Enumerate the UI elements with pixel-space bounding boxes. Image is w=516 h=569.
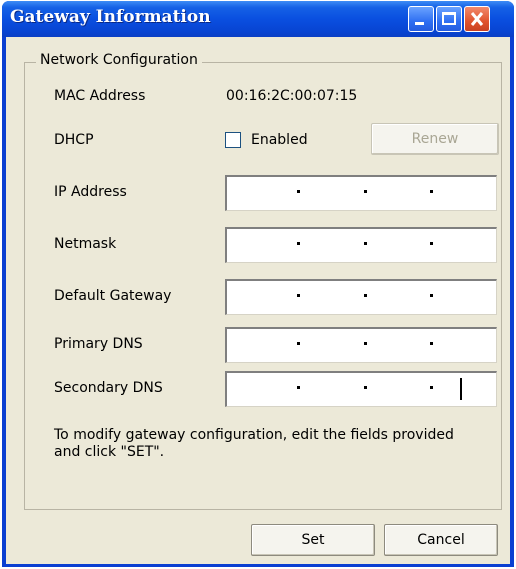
maximize-icon (442, 12, 456, 25)
dhcp-label: DHCP (54, 132, 94, 148)
ip-address-label: IP Address (54, 184, 127, 200)
primary-dns-field[interactable] (225, 327, 497, 363)
ip-address-field[interactable] (225, 175, 497, 211)
primary-dns-label: Primary DNS (54, 336, 143, 352)
group-legend: Network Configuration (36, 52, 202, 68)
set-button[interactable]: Set (251, 524, 375, 556)
mac-address-label: MAC Address (54, 88, 146, 104)
close-button[interactable] (464, 6, 490, 32)
maximize-button[interactable] (436, 6, 462, 32)
window-title: Gateway Information (10, 7, 211, 27)
dhcp-enabled-checkbox[interactable] (225, 132, 241, 148)
cancel-button[interactable]: Cancel (384, 524, 498, 556)
default-gateway-field[interactable] (225, 279, 497, 315)
instruction-text: To modify gateway configuration, edit th… (54, 427, 454, 460)
netmask-field[interactable] (225, 227, 497, 263)
minimize-icon (415, 22, 424, 25)
mac-address-value: 00:16:2C:00:07:15 (226, 88, 358, 104)
gateway-information-window: Gateway Information Network Configuratio… (2, 1, 514, 567)
close-icon (470, 12, 484, 26)
dialog-client-area: Network Configuration MAC Address 00:16:… (6, 37, 510, 564)
minimize-button[interactable] (408, 6, 434, 32)
text-caret (460, 378, 462, 400)
netmask-label: Netmask (54, 236, 117, 252)
secondary-dns-field[interactable] (225, 371, 497, 407)
renew-button[interactable]: Renew (371, 123, 499, 155)
default-gateway-label: Default Gateway (54, 288, 172, 304)
secondary-dns-label: Secondary DNS (54, 380, 163, 396)
title-bar[interactable]: Gateway Information (2, 1, 514, 37)
dhcp-enabled-label[interactable]: Enabled (251, 132, 308, 148)
